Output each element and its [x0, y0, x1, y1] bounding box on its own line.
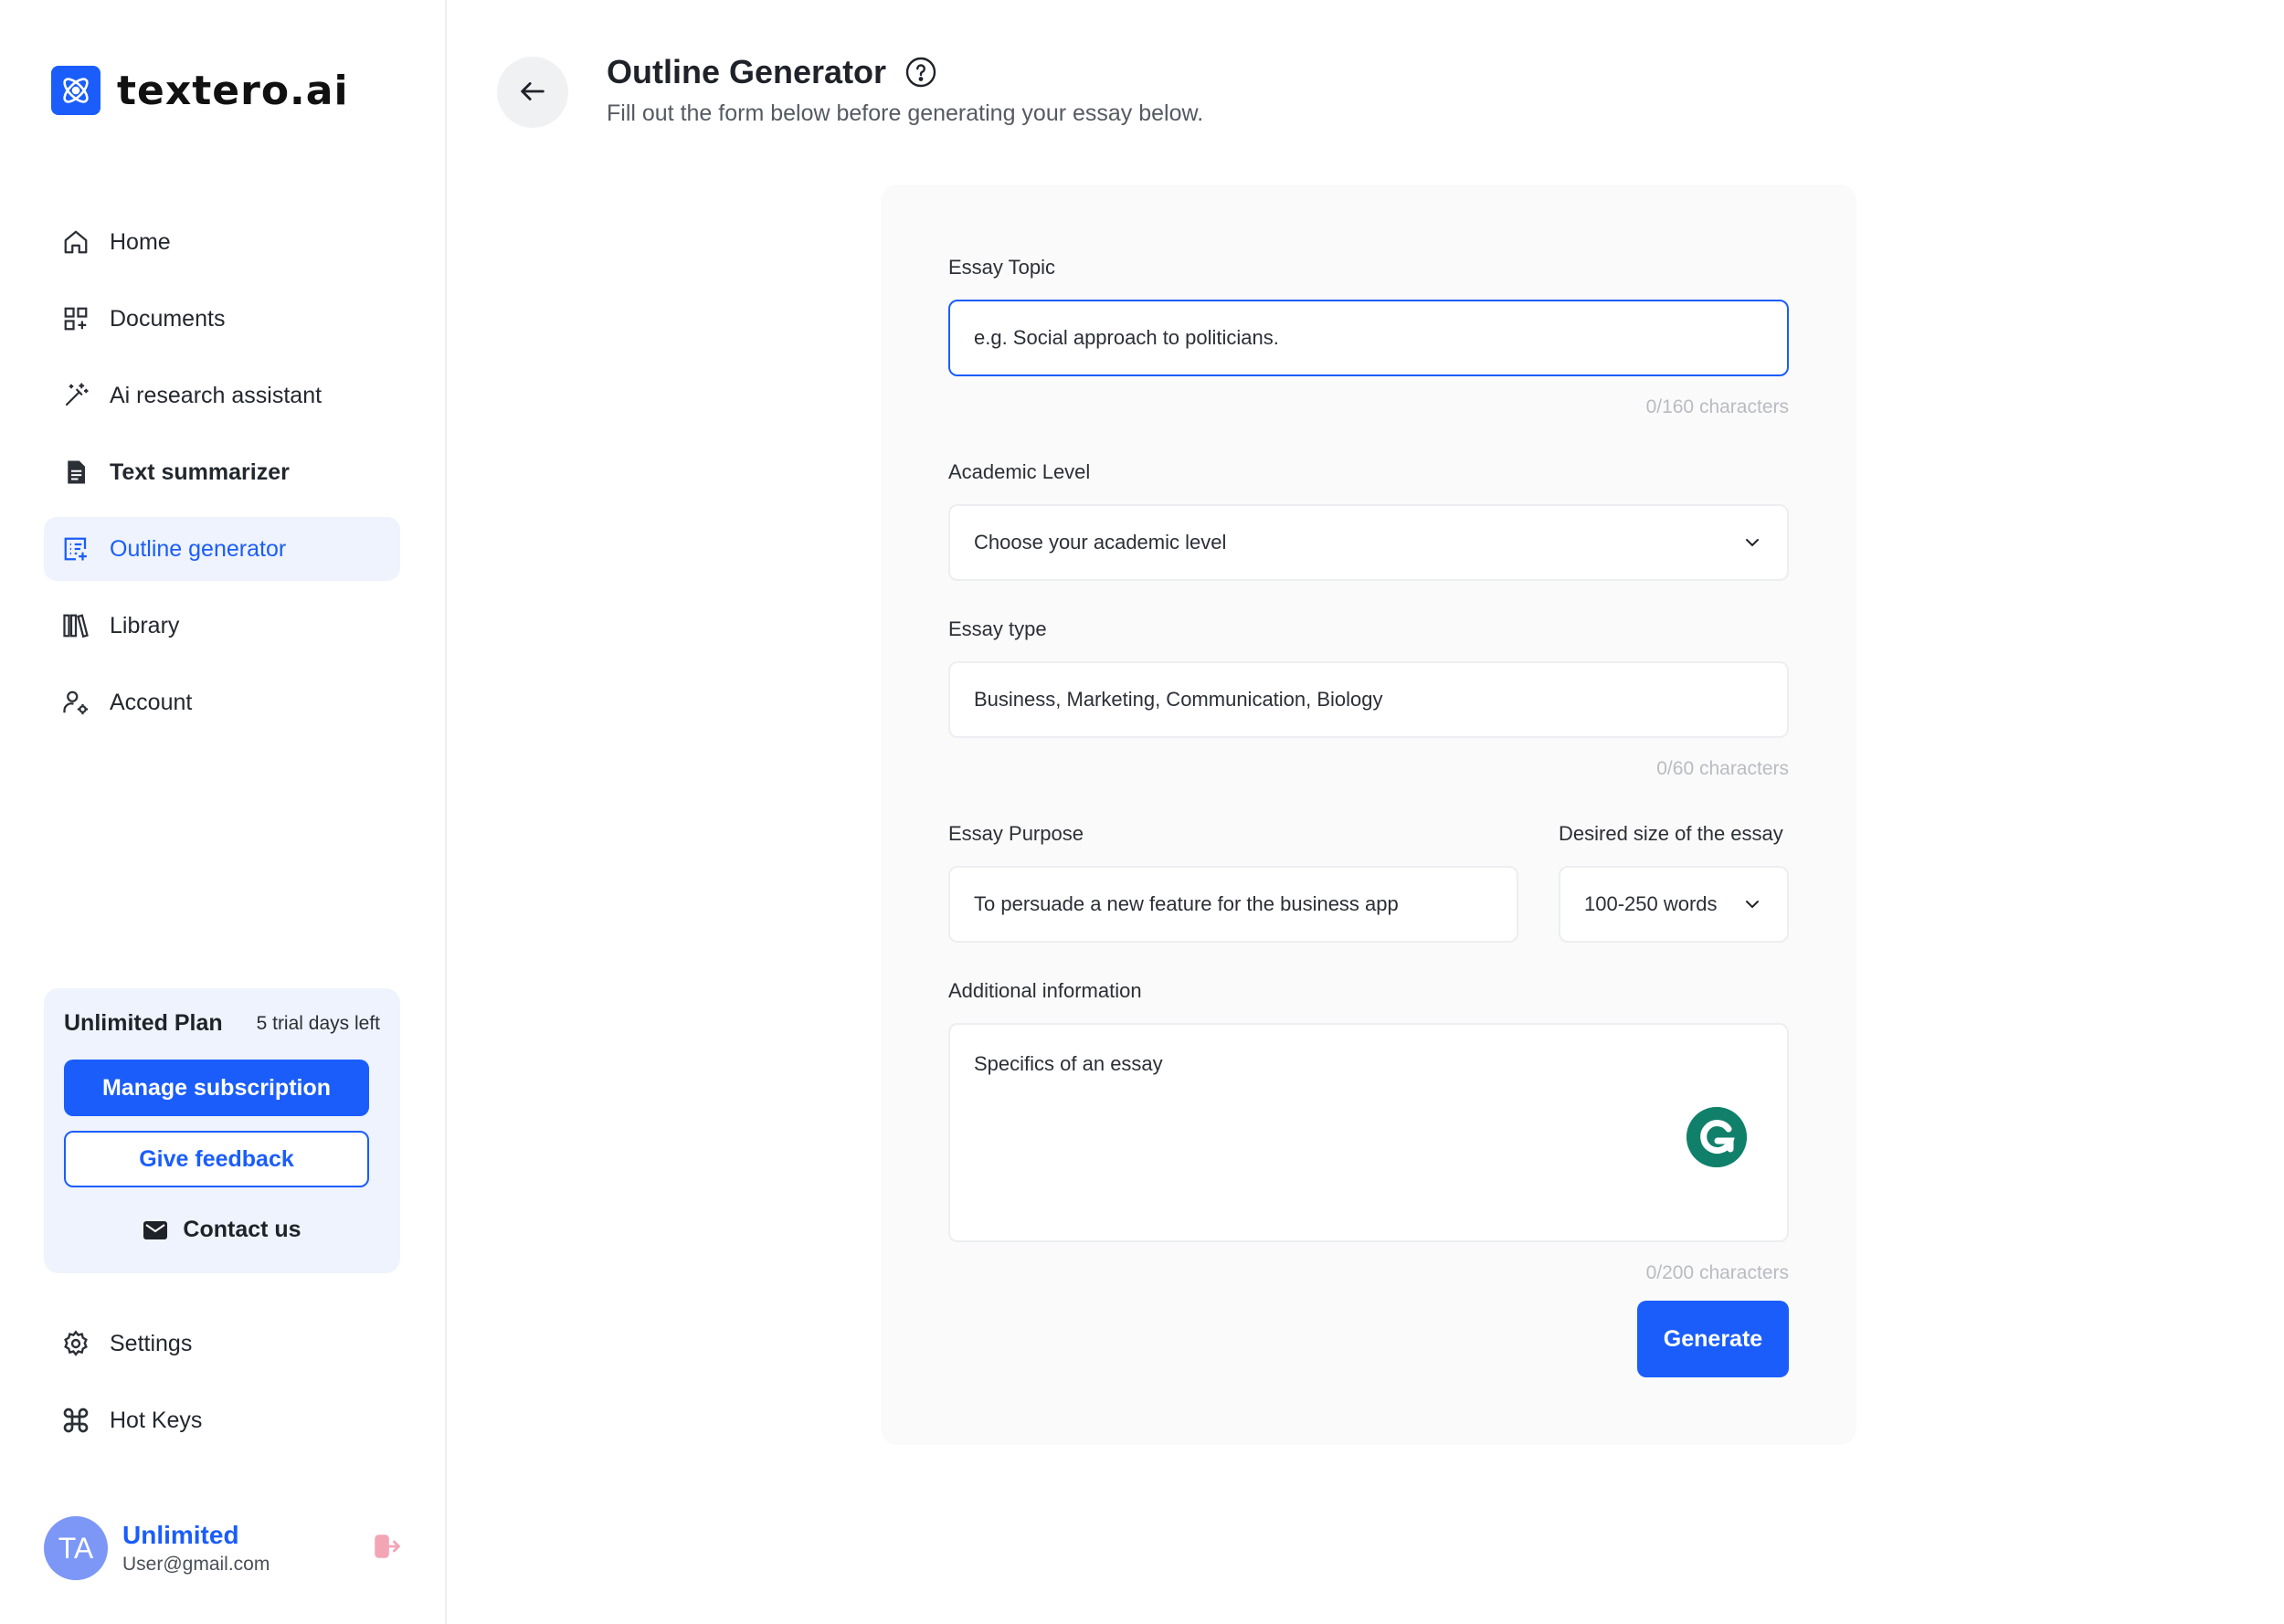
logout-icon[interactable]	[371, 1531, 402, 1566]
nav-item-label: Documents	[110, 305, 226, 332]
nav-item-label: Library	[110, 612, 180, 638]
back-button[interactable]	[497, 57, 568, 128]
essay-type-input[interactable]: Business, Marketing, Communication, Biol…	[948, 661, 1789, 738]
arrow-left-icon	[517, 76, 548, 110]
essay-topic-counter: 0/160 characters	[1645, 396, 1789, 417]
essay-size-select[interactable]: 100-250 words	[1559, 866, 1789, 943]
essay-topic-label: Essay Topic	[948, 256, 1055, 279]
user-info: Unlimited User@gmail.com	[122, 1521, 270, 1576]
help-icon[interactable]	[904, 56, 937, 89]
essay-purpose-input[interactable]: To persuade a new feature for the busine…	[948, 866, 1518, 943]
mail-icon	[143, 1219, 168, 1241]
essay-topic-placeholder: e.g. Social approach to politicians.	[974, 326, 1279, 349]
nav-item-label: Hot Keys	[110, 1407, 203, 1433]
user-plan: Unlimited	[122, 1521, 239, 1549]
essay-type-label: Essay type	[948, 617, 1047, 640]
essay-purpose-label: Essay Purpose	[948, 822, 1084, 845]
nav-item-label: Outline generator	[110, 535, 287, 562]
contact-us-label: Contact us	[183, 1217, 301, 1242]
library-icon	[60, 610, 91, 641]
essay-type-counter: 0/60 characters	[1656, 758, 1789, 779]
document-icon	[60, 457, 91, 488]
logo-mark-icon	[51, 66, 100, 115]
user-email: User@gmail.com	[122, 1554, 270, 1575]
essay-size-value: 100-250 words	[1584, 892, 1718, 915]
nav-item-outline-generator[interactable]: Outline generator	[44, 517, 400, 581]
nav-item-settings[interactable]: Settings	[44, 1312, 400, 1376]
nav-item-home[interactable]: Home	[44, 210, 400, 274]
brand-name: textero.ai	[117, 67, 349, 114]
outline-form: Essay Topic e.g. Social approach to poli…	[881, 185, 1856, 1445]
essay-topic-input[interactable]: e.g. Social approach to politicians.	[948, 300, 1789, 376]
gear-icon	[60, 1328, 91, 1359]
page-title: Outline Generator	[607, 53, 887, 90]
give-feedback-button[interactable]: Give feedback	[64, 1131, 369, 1187]
plan-name: Unlimited Plan	[64, 1010, 223, 1036]
home-icon	[60, 227, 91, 258]
user-profile[interactable]: TA Unlimited User@gmail.com	[44, 1514, 402, 1582]
command-icon	[60, 1405, 91, 1436]
academic-level-placeholder: Choose your academic level	[974, 531, 1227, 554]
main-nav: Home Documents Ai research assistant Tex…	[44, 210, 400, 747]
manage-subscription-button[interactable]: Manage subscription	[64, 1060, 369, 1116]
nav-item-label: Home	[110, 228, 171, 255]
avatar: TA	[44, 1516, 108, 1580]
nav-item-text-summarizer[interactable]: Text summarizer	[44, 440, 400, 504]
contact-us-link[interactable]: Contact us	[44, 1217, 400, 1243]
essay-purpose-placeholder: To persuade a new feature for the busine…	[974, 892, 1399, 915]
plan-card: Unlimited Plan 5 trial days left Manage …	[44, 988, 400, 1273]
nav-item-account[interactable]: Account	[44, 670, 400, 734]
logo[interactable]: textero.ai	[51, 66, 349, 115]
nav-item-label: Ai research assistant	[110, 382, 323, 408]
chevron-down-icon	[1741, 532, 1763, 554]
nav-item-documents[interactable]: Documents	[44, 287, 400, 351]
magic-wand-icon	[60, 380, 91, 411]
generate-button[interactable]: Generate	[1637, 1301, 1789, 1377]
nav-item-label: Settings	[110, 1330, 193, 1356]
title-row: Outline Generator	[607, 53, 937, 91]
grammarly-icon[interactable]	[1687, 1107, 1747, 1167]
nav-item-label: Account	[110, 689, 193, 715]
nav-item-label: Text summarizer	[110, 459, 290, 485]
secondary-nav: Settings Hot Keys	[44, 1312, 400, 1465]
chevron-down-icon	[1741, 893, 1763, 915]
nav-item-hot-keys[interactable]: Hot Keys	[44, 1388, 400, 1452]
trial-days-left: 5 trial days left	[256, 1012, 380, 1034]
additional-info-placeholder: Specifics of an essay	[974, 1052, 1163, 1075]
essay-size-label: Desired size of the essay	[1559, 822, 1783, 845]
nav-item-library[interactable]: Library	[44, 594, 400, 658]
grid-plus-icon	[60, 303, 91, 334]
academic-level-select[interactable]: Choose your academic level	[948, 504, 1789, 581]
additional-info-counter: 0/200 characters	[1645, 1262, 1789, 1283]
page-subtitle: Fill out the form below before generatin…	[607, 100, 1204, 126]
user-gear-icon	[60, 687, 91, 718]
plan-header: Unlimited Plan 5 trial days left	[64, 1010, 380, 1037]
additional-info-textarea[interactable]: Specifics of an essay	[948, 1023, 1789, 1242]
outline-icon	[60, 533, 91, 564]
nav-item-ai-research[interactable]: Ai research assistant	[44, 364, 400, 427]
sidebar: textero.ai Home Documents Ai research as…	[0, 0, 447, 1624]
academic-level-label: Academic Level	[948, 460, 1091, 483]
essay-type-placeholder: Business, Marketing, Communication, Biol…	[974, 688, 1383, 711]
additional-info-label: Additional information	[948, 979, 1142, 1002]
